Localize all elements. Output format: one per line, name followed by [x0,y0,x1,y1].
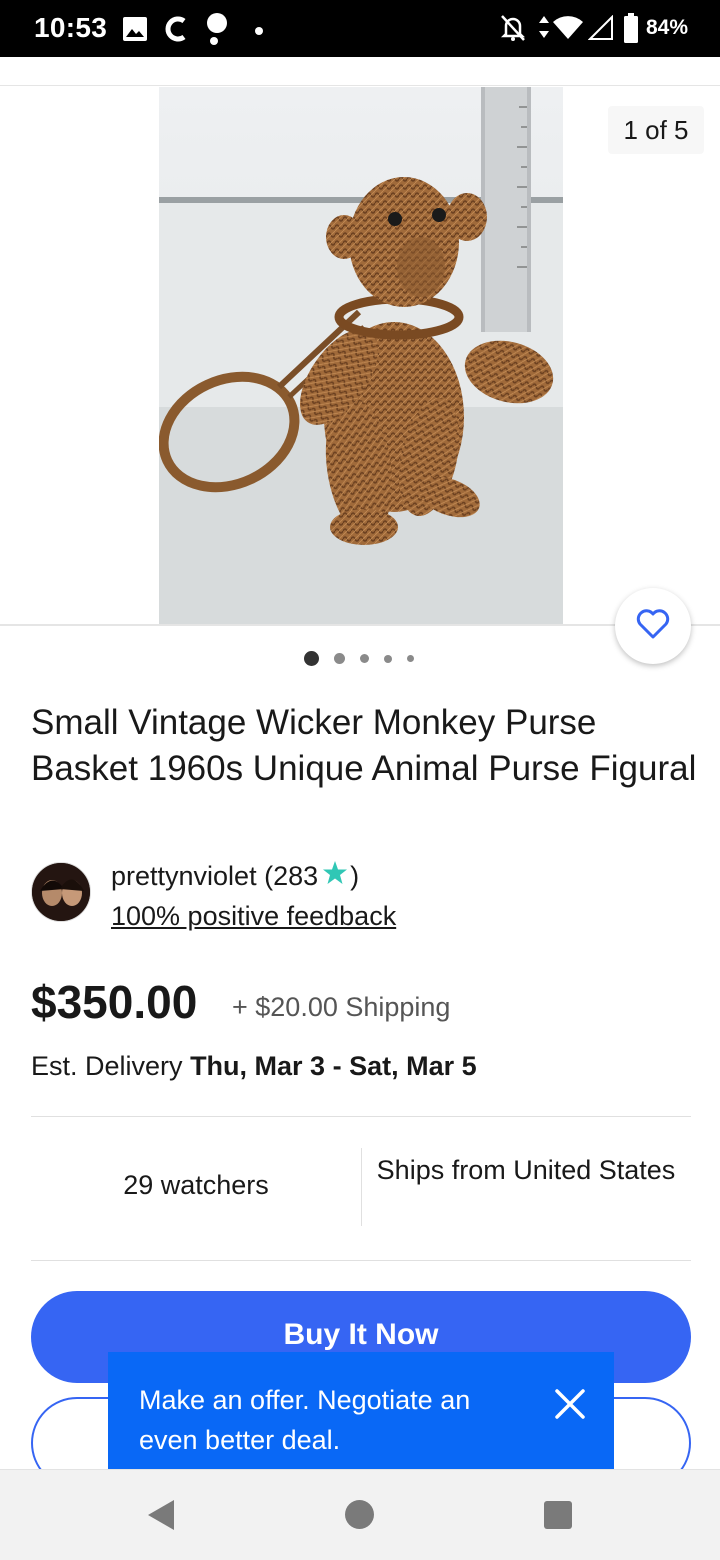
product-photo[interactable] [159,87,563,624]
seller-name-text[interactable]: prettynviolet (283 [111,861,318,892]
battery-icon [624,13,638,48]
pagination-dot[interactable] [407,655,414,662]
assistant-icon [205,12,229,51]
tooltip-text: Make an offer. Negotiate an even better … [139,1385,471,1455]
home-icon[interactable] [345,1500,374,1529]
image-counter: 1 of 5 [608,106,704,154]
c-icon [163,14,189,49]
ships-from: Ships from United States [376,1155,676,1185]
price: $350.00 [31,976,198,1028]
star-icon [322,860,348,893]
close-icon[interactable] [552,1386,588,1422]
estimated-delivery: Est. Delivery Thu, Mar 3 - Sat, Mar 5 [31,1051,477,1082]
watchers-count: 29 watchers [123,1170,269,1200]
make-offer-tooltip: Make an offer. Negotiate an even better … [108,1352,614,1469]
shipping-cost: + $20.00 Shipping [232,992,451,1022]
battery-percent: 84% [645,16,688,39]
back-icon[interactable] [146,1498,176,1537]
delivery-dates: Thu, Mar 3 - Sat, Mar 5 [190,1051,477,1081]
image-icon [122,16,148,47]
status-time: 10:53 [34,12,108,43]
photo-divider [0,624,720,626]
seller-name[interactable]: prettynviolet (283 ) [111,860,359,893]
pagination-dot[interactable] [334,653,345,664]
seller-feedback-link[interactable]: 100% positive feedback [111,901,396,932]
data-icon [538,14,550,45]
image-pagination-dots [304,651,414,666]
status-bar: 10:53 84% [0,0,720,57]
seller-name-suffix: ) [350,861,360,891]
top-divider [0,85,720,86]
pagination-dot[interactable] [304,651,319,666]
mute-icon [500,14,526,47]
watch-button[interactable] [615,588,691,664]
stats-separator [361,1148,362,1226]
recents-icon[interactable] [544,1501,572,1529]
seller-avatar[interactable] [31,862,91,922]
divider [31,1116,691,1117]
heart-icon [636,608,670,644]
dot-icon [254,23,264,41]
signal-icon [587,14,614,46]
pagination-dot[interactable] [384,654,392,663]
listing-title: Small Vintage Wicker Monkey Purse Basket… [31,703,697,788]
system-nav-bar [0,1469,720,1560]
divider [31,1260,691,1261]
delivery-label: Est. Delivery [31,1051,183,1081]
wifi-icon [552,16,584,45]
pagination-dot[interactable] [360,654,369,663]
